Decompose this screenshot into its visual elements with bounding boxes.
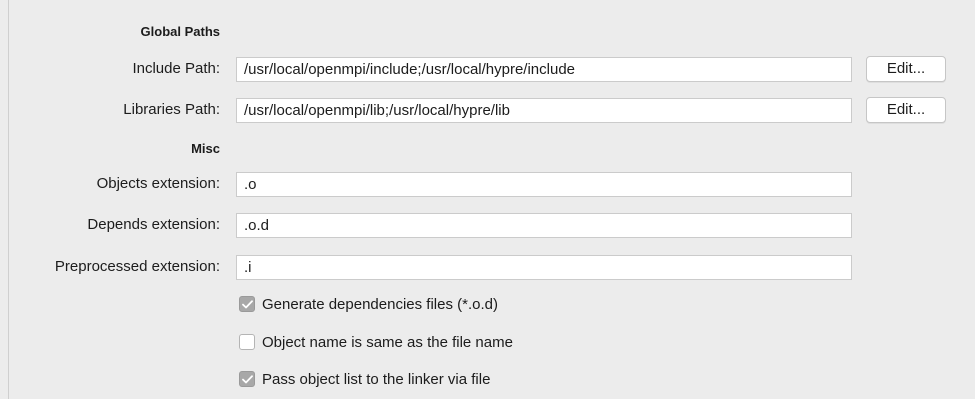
libraries-path-edit-button[interactable]: Edit... bbox=[866, 97, 946, 123]
pass-object-list-checkbox[interactable] bbox=[239, 371, 255, 387]
object-name-same-checkbox[interactable] bbox=[239, 334, 255, 350]
include-path-edit-button[interactable]: Edit... bbox=[866, 56, 946, 82]
object-name-same-label: Object name is same as the file name bbox=[262, 333, 513, 351]
generate-dependencies-checkbox[interactable] bbox=[239, 296, 255, 312]
include-path-label: Include Path: bbox=[132, 60, 220, 77]
libraries-path-input[interactable]: /usr/local/openmpi/lib;/usr/local/hypre/… bbox=[236, 98, 852, 123]
generate-dependencies-label: Generate dependencies files (*.o.d) bbox=[262, 295, 498, 313]
pass-object-list-checkbox-row[interactable]: Pass object list to the linker via file bbox=[239, 369, 490, 389]
include-path-input[interactable]: /usr/local/openmpi/include;/usr/local/hy… bbox=[236, 57, 852, 82]
libraries-path-label: Libraries Path: bbox=[123, 101, 220, 118]
panel-left-border bbox=[8, 0, 9, 399]
depends-extension-input[interactable]: .o.d bbox=[236, 213, 852, 238]
generate-dependencies-checkbox-row[interactable]: Generate dependencies files (*.o.d) bbox=[239, 294, 498, 314]
preprocessed-extension-label: Preprocessed extension: bbox=[54, 258, 220, 275]
preprocessed-extension-input[interactable]: .i bbox=[236, 255, 852, 280]
checkmark-icon bbox=[241, 374, 253, 383]
object-name-same-checkbox-row[interactable]: Object name is same as the file name bbox=[239, 332, 513, 352]
depends-extension-label: Depends extension: bbox=[87, 216, 220, 233]
objects-extension-label: Objects extension: bbox=[96, 175, 220, 192]
pass-object-list-label: Pass object list to the linker via file bbox=[262, 370, 491, 388]
objects-extension-input[interactable]: .o bbox=[236, 172, 852, 197]
checkmark-icon bbox=[241, 299, 253, 308]
section-heading-global-paths: Global Paths bbox=[140, 24, 220, 39]
section-heading-misc: Misc bbox=[191, 141, 220, 156]
